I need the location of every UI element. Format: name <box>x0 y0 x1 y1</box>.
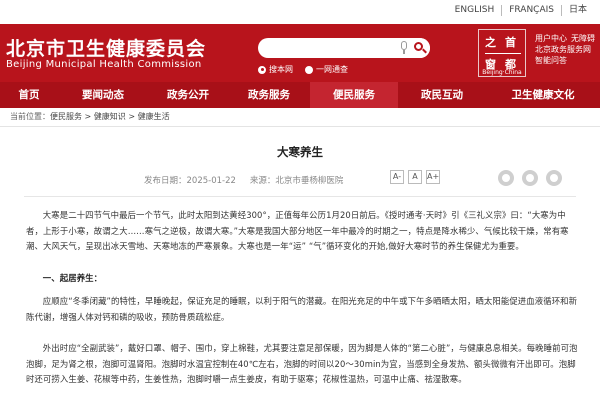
search-scope: 搜本网 一网通查 <box>258 64 348 75</box>
site-title[interactable]: 北京市卫生健康委员会 <box>6 34 206 61</box>
link-smart-qa[interactable]: 智能问答 <box>535 55 567 66</box>
divider <box>0 126 600 127</box>
lang-english[interactable]: ENGLISH <box>448 5 502 16</box>
wechat-share-icon[interactable] <box>498 170 514 186</box>
link-accessibility[interactable]: 无障碍 <box>571 33 595 44</box>
font-increase-button[interactable]: A+ <box>426 170 440 184</box>
font-size-controls: A- A A+ <box>390 170 440 184</box>
more-share-icon[interactable] <box>546 170 562 186</box>
radio-icon <box>305 65 313 74</box>
link-user-center[interactable]: 用户中心 <box>535 33 567 44</box>
main-nav: 首页 要闻动态 政务公开 政务服务 便民服务 政民互动 卫生健康文化 <box>0 82 600 108</box>
top-bar: ENGLISH FRANÇAIS 日本 <box>0 0 600 24</box>
capital-window-logo[interactable]: 之 首 窗 都 Beijing·China <box>478 29 526 77</box>
lang-french[interactable]: FRANÇAIS <box>501 5 561 16</box>
breadcrumb: 当前位置：便民服务 > 健康知识 > 健康生活 <box>10 111 170 122</box>
site-header: 北京市卫生健康委员会 Beijing Municipal Health Comm… <box>0 24 600 82</box>
article-paragraph: 外出时应“全副武装”，戴好口罩、帽子、围巾，穿上棉鞋，尤其要注意足部保暖，因为脚… <box>26 343 578 384</box>
logo-glyph: 首 <box>505 36 516 49</box>
publish-date: 发布日期：2025-01-22 <box>144 176 236 186</box>
nav-interaction[interactable]: 政民互动 <box>398 82 486 108</box>
weibo-share-icon[interactable] <box>522 170 538 186</box>
nav-home[interactable]: 首页 <box>0 82 58 108</box>
nav-health-culture[interactable]: 卫生健康文化 <box>486 82 600 108</box>
nav-gov-affairs[interactable]: 政务公开 <box>148 82 228 108</box>
article-meta: 发布日期：2025-01-22 来源：北京市垂杨柳医院 A- A A+ <box>0 168 600 188</box>
radio-selected-icon <box>258 65 266 74</box>
nav-public-service[interactable]: 便民服务 <box>310 82 398 108</box>
site-title-en: Beijing Municipal Health Commission <box>6 59 202 70</box>
microphone-icon[interactable] <box>400 41 408 54</box>
nav-gov-service[interactable]: 政务服务 <box>228 82 310 108</box>
search-input[interactable] <box>258 38 430 58</box>
breadcrumb-path[interactable]: 便民服务 > 健康知识 > 健康生活 <box>50 112 170 121</box>
quick-links: 用户中心 无障碍 北京政务服务网 智能问答 <box>535 33 595 66</box>
share-buttons <box>498 170 562 186</box>
language-switcher: ENGLISH FRANÇAIS 日本 <box>448 5 594 16</box>
search-button[interactable] <box>410 38 430 58</box>
logo-glyph: 之 <box>485 36 496 49</box>
article-title: 大寒养生 <box>277 145 323 159</box>
article-source: 来源：北京市垂杨柳医院 <box>249 176 344 186</box>
font-decrease-button[interactable]: A- <box>390 170 404 184</box>
nav-news[interactable]: 要闻动态 <box>58 82 148 108</box>
font-default-button[interactable]: A <box>408 170 422 184</box>
lang-japanese[interactable]: 日本 <box>560 5 594 16</box>
search-scope-site[interactable]: 搜本网 <box>258 64 293 75</box>
article-paragraph: 应顺应“冬季闭藏”的特性，早睡晚起，保证充足的睡眠，以利于阳气的潜藏。在阳光充足… <box>26 296 578 322</box>
divider <box>24 196 576 197</box>
article-paragraph: 大寒是二十四节气中最后一个节气，此时太阳到达黄经300°，正值每年公历1月20日… <box>26 210 569 251</box>
link-gov-service[interactable]: 北京政务服务网 <box>535 44 591 55</box>
section-heading: 一、起居养生： <box>42 273 103 283</box>
search-scope-all[interactable]: 一网通查 <box>305 64 348 75</box>
breadcrumb-label: 当前位置： <box>10 112 50 121</box>
logo-subtitle: Beijing·China <box>482 69 522 76</box>
